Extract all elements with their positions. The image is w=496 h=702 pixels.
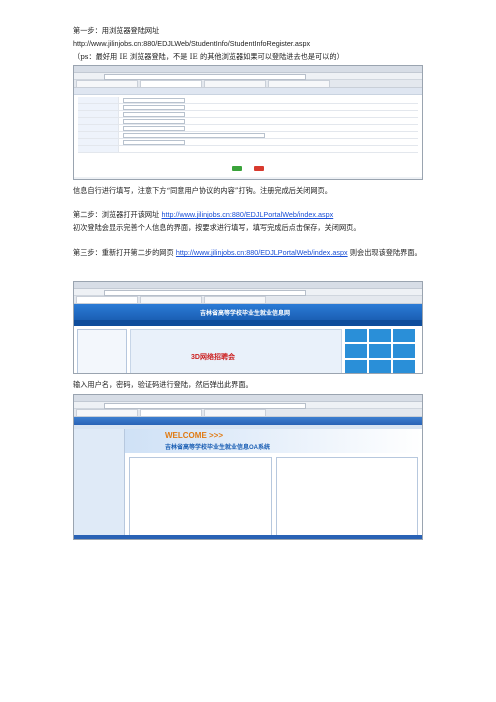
step1-after: 信息自行进行填写，注意下方“同意用户协议的内容”打钩。注册完成后关闭网页。 bbox=[73, 186, 332, 195]
submit-button bbox=[232, 166, 243, 171]
step1-note: （ps：最好用 IE 浏览器登陆，不是 IE 的其他浏览器如果可以登陆进去也是可… bbox=[73, 52, 344, 61]
step2-line: 第二步：浏览器打开该网址 http://www.jilinjobs.cn:880… bbox=[73, 210, 334, 219]
tile-grid bbox=[345, 329, 415, 373]
oa-system-name: 吉林省高等学校毕业生就业信息OA系统 bbox=[165, 445, 271, 451]
browser-tab-strip bbox=[74, 80, 422, 88]
step2-link[interactable]: http://www.jilinjobs.cn:880/EDJLPortalWe… bbox=[162, 210, 334, 219]
banner: 3D网络招聘会 bbox=[130, 329, 342, 373]
form-header bbox=[74, 88, 422, 95]
oa-panel-left bbox=[129, 457, 272, 537]
browser-address-bar bbox=[74, 73, 422, 80]
step1-url: http://www.jilinjobs.cn:880/EDJLWeb/Stud… bbox=[73, 39, 311, 48]
portal-header: 吉林省高等学校毕业生就业信息网 bbox=[74, 304, 422, 320]
welcome-text: WELCOME >>> bbox=[165, 431, 224, 440]
step1-title: 第一步：用浏览器登陆网址 bbox=[73, 26, 160, 35]
oa-header bbox=[74, 417, 422, 425]
welcome-banner: WELCOME >>> 吉林省高等学校毕业生就业信息OA系统 bbox=[125, 429, 422, 453]
oa-system-screenshot: WELCOME >>> 吉林省高等学校毕业生就业信息OA系统 bbox=[73, 394, 423, 540]
step3-text: 第三步：重新打开第二步的网页 http://www.jilinjobs.cn:8… bbox=[73, 248, 422, 257]
portal-login-screenshot: 吉林省高等学校毕业生就业信息网 3D网络招聘会 bbox=[73, 281, 423, 374]
banner-text: 3D网络招聘会 bbox=[191, 354, 235, 361]
oa-panel-right bbox=[275, 457, 418, 537]
reset-button bbox=[253, 166, 264, 171]
registration-form-screenshot bbox=[73, 65, 423, 180]
oa-sidebar bbox=[74, 429, 125, 539]
step3-link[interactable]: http://www.jilinjobs.cn:880/EDJLPortalWe… bbox=[176, 248, 348, 257]
login-box bbox=[77, 329, 127, 373]
step4-text: 输入用户名，密码，验证码进行登陆，然后弹出此界面。 bbox=[73, 380, 253, 389]
step2-desc: 初次登陆会显示完善个人信息的界面，按要求进行填写，填写完成后点击保存，关闭网页。 bbox=[73, 223, 361, 232]
portal-site-title: 吉林省高等学校毕业生就业信息网 bbox=[200, 311, 291, 317]
browser-title-bar bbox=[74, 66, 422, 73]
